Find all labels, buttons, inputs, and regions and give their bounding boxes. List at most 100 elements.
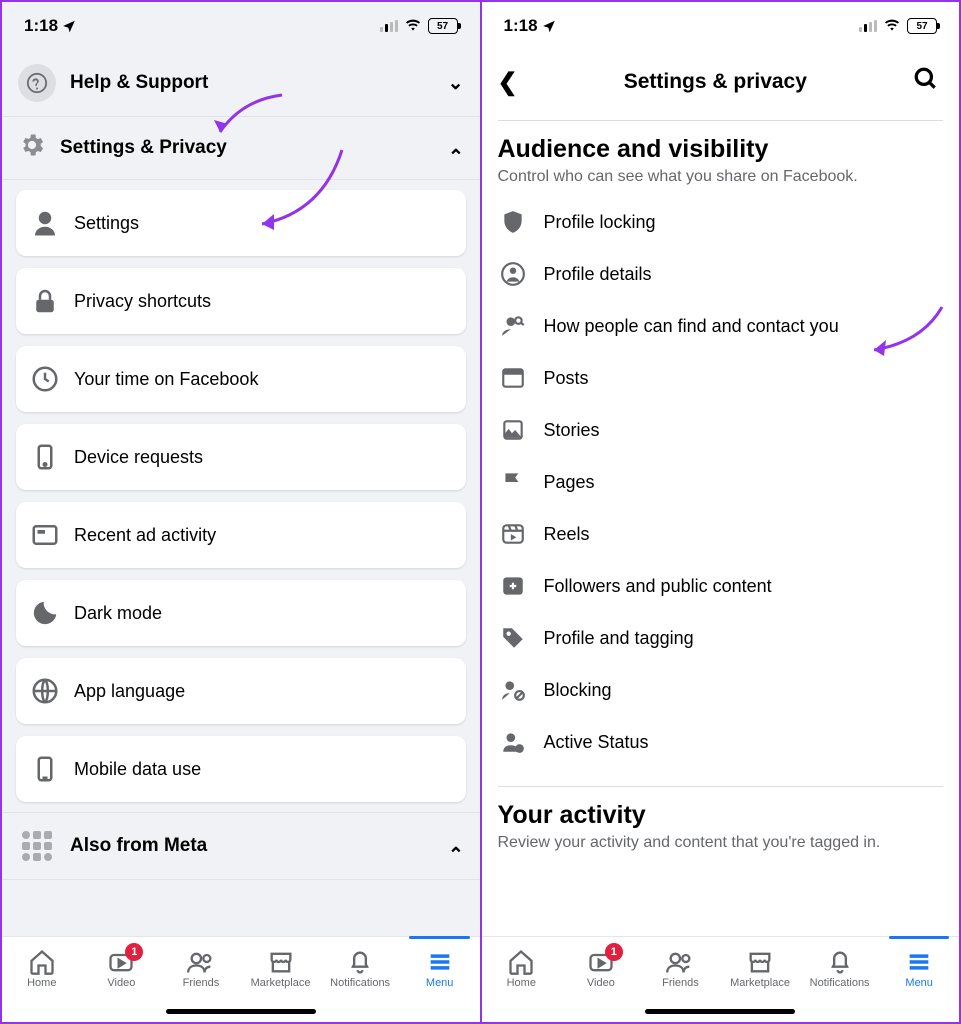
location-icon (62, 19, 76, 33)
tab-notifications-label: Notifications (320, 977, 400, 989)
help-support-header[interactable]: Help & Support ⌄ (2, 50, 480, 117)
tab-friends[interactable]: Friends (161, 947, 241, 989)
settings-card-label: Settings (74, 213, 139, 234)
clock-icon (30, 364, 60, 394)
recent-ad-card[interactable]: Recent ad activity (16, 502, 466, 568)
tab-video[interactable]: 1 Video (82, 947, 162, 989)
mobile-data-label: Mobile data use (74, 759, 201, 780)
search-icon (913, 66, 939, 92)
settings-card[interactable]: Settings (16, 190, 466, 256)
lock-icon (30, 286, 60, 316)
item-label: Profile and tagging (544, 628, 694, 649)
activity-subtitle: Review your activity and content that yo… (498, 834, 944, 852)
video-icon (561, 947, 641, 977)
page-title: Settings & privacy (624, 70, 807, 94)
item-label: Pages (544, 472, 595, 493)
friends-icon (641, 947, 721, 977)
posts-icon (500, 365, 526, 391)
your-time-card[interactable]: Your time on Facebook (16, 346, 466, 412)
flag-icon (500, 469, 526, 495)
tab-home[interactable]: Home (2, 947, 82, 989)
tab-menu[interactable]: Menu (400, 947, 480, 989)
item-label: Blocking (544, 680, 612, 701)
item-label: Posts (544, 368, 589, 389)
item-active-status[interactable]: Active Status (498, 716, 944, 768)
dark-mode-label: Dark mode (74, 603, 162, 624)
status-bar: 1:18 57 (2, 2, 480, 50)
mobile-icon (30, 754, 60, 784)
tab-home[interactable]: Home (482, 947, 562, 989)
tab-home-label: Home (482, 977, 562, 989)
tab-video-label: Video (82, 977, 162, 989)
home-indicator (166, 1009, 316, 1014)
tab-friends-label: Friends (161, 977, 241, 989)
privacy-shortcuts-card[interactable]: Privacy shortcuts (16, 268, 466, 334)
tab-friends[interactable]: Friends (641, 947, 721, 989)
item-reels[interactable]: Reels (498, 508, 944, 560)
item-profile-tagging[interactable]: Profile and tagging (498, 612, 944, 664)
back-button[interactable]: ❮ (498, 68, 518, 97)
home-icon (2, 947, 82, 977)
tab-notifications[interactable]: Notifications (320, 947, 400, 989)
active-status-icon (500, 729, 526, 755)
item-label: Stories (544, 420, 600, 441)
tab-notifications-label: Notifications (800, 977, 880, 989)
settings-privacy-header[interactable]: Settings & Privacy ⌄ (2, 117, 480, 180)
status-time: 1:18 (24, 16, 58, 36)
dark-mode-card[interactable]: Dark mode (16, 580, 466, 646)
signal-icon (380, 20, 398, 32)
item-blocking[interactable]: Blocking (498, 664, 944, 716)
tabbar: Home 1 Video Friends Marketplace Notific… (482, 936, 960, 1022)
reels-icon (500, 521, 526, 547)
item-label: Profile details (544, 264, 652, 285)
tab-marketplace[interactable]: Marketplace (720, 947, 800, 989)
tab-notifications[interactable]: Notifications (800, 947, 880, 989)
bell-icon (800, 947, 880, 977)
status-bar: 1:18 57 (482, 2, 960, 50)
your-time-label: Your time on Facebook (74, 369, 258, 390)
status-time: 1:18 (504, 16, 538, 36)
battery-icon: 57 (428, 18, 458, 34)
item-profile-locking[interactable]: Profile locking (498, 196, 944, 248)
video-icon (82, 947, 162, 977)
app-language-card[interactable]: App language (16, 658, 466, 724)
item-posts[interactable]: Posts (498, 352, 944, 404)
item-pages[interactable]: Pages (498, 456, 944, 508)
mobile-data-card[interactable]: Mobile data use (16, 736, 466, 802)
tabbar: Home 1 Video Friends Marketplace Notific… (2, 936, 480, 1022)
tab-marketplace-label: Marketplace (720, 977, 800, 989)
tab-marketplace-label: Marketplace (241, 977, 321, 989)
stories-icon (500, 417, 526, 443)
item-label: How people can find and contact you (544, 316, 839, 337)
marketplace-icon (241, 947, 321, 977)
search-button[interactable] (913, 66, 939, 98)
tab-menu-label: Menu (879, 977, 959, 989)
home-icon (482, 947, 562, 977)
item-profile-details[interactable]: Profile details (498, 248, 944, 300)
also-from-meta-header[interactable]: Also from Meta ⌄ (2, 812, 480, 880)
menu-icon (879, 947, 959, 977)
section-title: Audience and visibility (498, 135, 944, 164)
item-label: Active Status (544, 732, 649, 753)
item-label: Followers and public content (544, 576, 772, 597)
wifi-icon (883, 19, 901, 33)
friends-icon (161, 947, 241, 977)
chevron-up-icon: ⌄ (448, 143, 464, 166)
item-stories[interactable]: Stories (498, 404, 944, 456)
app-language-label: App language (74, 681, 185, 702)
tag-icon (500, 625, 526, 651)
profile-icon (500, 261, 526, 287)
question-icon (18, 64, 56, 102)
moon-icon (30, 598, 60, 628)
ad-icon (30, 520, 60, 550)
tab-video-label: Video (561, 977, 641, 989)
item-followers[interactable]: Followers and public content (498, 560, 944, 612)
gear-icon (18, 131, 46, 165)
device-requests-card[interactable]: Device requests (16, 424, 466, 490)
item-find-contact[interactable]: How people can find and contact you (498, 300, 944, 352)
tab-marketplace[interactable]: Marketplace (241, 947, 321, 989)
tab-menu[interactable]: Menu (879, 947, 959, 989)
tab-video[interactable]: 1 Video (561, 947, 641, 989)
tab-video-badge: 1 (605, 943, 623, 961)
tab-menu-label: Menu (400, 977, 480, 989)
